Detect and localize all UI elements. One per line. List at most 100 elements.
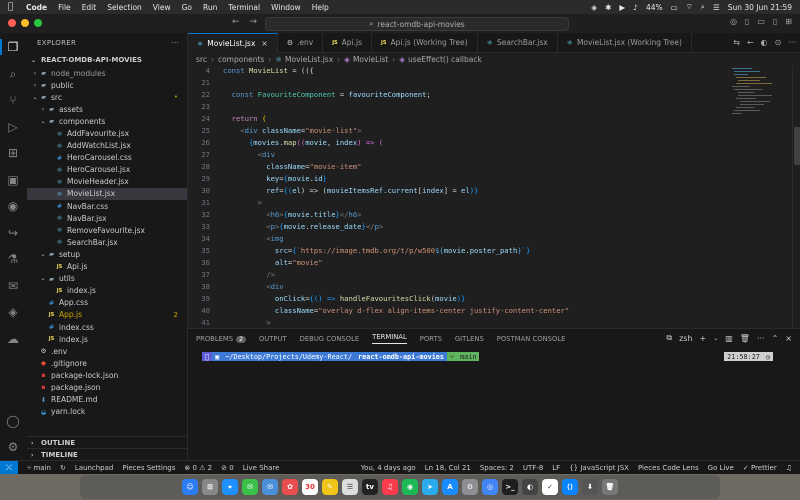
account-icon[interactable]: ◯ [5,413,21,429]
code-line[interactable]: 23 [188,101,728,113]
tree-folder[interactable]: ⌄ ▰ setup [27,248,187,260]
breadcrumb-item[interactable]: MovieList [353,55,388,64]
menu-terminal[interactable]: Terminal [228,3,260,12]
tree-file[interactable]: JS Api.js [27,261,187,273]
chrome-icon[interactable]: ◎ [482,479,498,495]
status-cursor-position[interactable]: Ln 18, Col 21 [425,464,471,472]
terminal-prompt[interactable]:  ▣ ~/Desktop/Projects/Udemy-React/ reac… [202,352,480,361]
menu-window[interactable]: Window [271,3,301,12]
explorer-icon[interactable]: ❐ [0,39,21,55]
tree-file[interactable]: ⚛ NavBar.jsx [27,212,187,224]
music-icon[interactable]: ♫ [382,479,398,495]
code-line[interactable]: 32 <h6>{movie.title}</h6> [188,209,728,221]
search-icon[interactable]: ⌕ [5,66,21,82]
code-line[interactable]: 39 onClick={() => handleFavouritesClick(… [188,293,728,305]
more-actions-icon[interactable]: ··· [171,39,179,47]
preview-icon[interactable]: ✓ [542,479,558,495]
close-panel-icon[interactable]: × [785,334,792,343]
gitlens-icon[interactable]: ◉ [5,198,21,214]
status-language-mode[interactable]: {} JavaScript JSX [569,464,629,472]
status-indentation[interactable]: Spaces: 2 [480,464,514,472]
status-problems[interactable]: ⊗ 0 ⚠ 2 [184,464,212,472]
wifi-icon[interactable]: ⌔ [686,2,693,12]
more-actions-icon[interactable]: ··· [757,334,765,343]
mail-icon[interactable]: ✉ [262,479,278,495]
bell-icon[interactable]: ♪ [633,3,638,12]
terminal-icon[interactable]: >_ [502,479,518,495]
code-line[interactable]: 37 /> [188,269,728,281]
spotlight-search-icon[interactable]: ⌕ [701,2,705,12]
menu-view[interactable]: View [153,3,171,12]
menu-edit[interactable]: Edit [82,3,97,12]
forward-arrow-icon[interactable]: → [250,17,258,27]
status-live-share[interactable]: Live Share [243,464,280,472]
bluetooth-icon[interactable]: ✱ [605,3,611,12]
code-line[interactable]: 38 <div [188,281,728,293]
code-line[interactable]: 34 <img [188,233,728,245]
pieces-icon[interactable]: ◈ [5,304,21,320]
close-window-button[interactable] [8,19,16,27]
calendar-icon[interactable]: 30 [302,479,318,495]
editor-tab[interactable]: ⚙ .env [278,33,324,52]
zoom-window-button[interactable] [34,19,42,27]
dropbox-icon[interactable]: ◈ [591,3,597,12]
tree-folder[interactable]: › ▰ public [27,79,187,91]
reminders-icon[interactable]: ☰ [342,479,358,495]
github-desktop-icon[interactable]: ◐ [522,479,538,495]
extensions-icon[interactable]: ⊞ [5,145,21,161]
panel-tab[interactable]: TERMINAL [372,333,407,344]
tree-file[interactable]: ◒ yarn.lock [27,406,187,418]
spotify-icon[interactable]: ◉ [402,479,418,495]
tree-folder[interactable]: ⌄ ▰ components [27,115,187,127]
tree-file[interactable]: ⚛ HeroCarousel.jsx [27,164,187,176]
finder-icon[interactable]: ☺ [182,479,198,495]
safari-icon[interactable]: ⌖ [222,479,238,495]
tree-file[interactable]: # NavBar.css [27,200,187,212]
docker-icon[interactable]: ☁ [5,331,21,347]
status-prettier[interactable]: ✓ Prettier [743,464,777,472]
photos-icon[interactable]: ✿ [282,479,298,495]
more-actions-icon[interactable]: ··· [788,38,796,47]
battery-icon[interactable]: ▭ [671,3,678,12]
tree-file[interactable]: ⚛ SearchBar.jsx [27,236,187,248]
tree-file[interactable]: ▪ package-lock.json [27,369,187,381]
editor-tab[interactable]: ⚛ MovieList.jsx × [188,33,278,53]
breadcrumb-item[interactable]: src [196,55,207,64]
status-launchpad[interactable]: Launchpad [75,464,114,472]
tree-file[interactable]: JS App.js 2 [27,309,187,321]
remote-explorer-icon[interactable]: ▣ [5,172,21,188]
timeline-section[interactable]: › TIMELINE [27,448,187,460]
panel-tab[interactable]: POSTMAN CONSOLE [497,335,566,343]
panel-tab[interactable]: GITLENS [455,335,484,343]
apple-icon[interactable]:  [8,2,18,12]
panel-tab[interactable]: DEBUG CONSOLE [300,335,360,343]
breadcrumb-item[interactable]: useEffect() callback [408,55,482,64]
tree-folder[interactable]: ⌄ ▰ utils [27,273,187,285]
code-line[interactable]: 4 const MovieList = (({ [188,65,728,77]
copilot-icon[interactable]: ◎ [730,17,737,26]
panel-tab[interactable]: PORTS [420,335,442,343]
launchpad-icon[interactable]: ⊞ [202,479,218,495]
breadcrumb-item[interactable]: MovieList.jsx [285,55,333,64]
menu-go[interactable]: Go [182,3,192,12]
editor-scrollbar[interactable] [792,65,800,328]
code-line[interactable]: 35 src={`https://image.tmdb.org/t/p/w500… [188,245,728,257]
tree-file[interactable]: # HeroCarousel.css [27,152,187,164]
menubar-clock[interactable]: Sun 30 Jun 21:59 [728,3,792,12]
maximize-panel-icon[interactable]: ⌃ [772,334,779,343]
menu-run[interactable]: Run [203,3,217,12]
code-line[interactable]: 26 {movies.map((movie, index) => ( [188,137,728,149]
new-terminal-icon[interactable]: + [700,334,707,343]
tree-file[interactable]: ▪ package.json [27,381,187,393]
back-arrow-icon[interactable]: ← [232,17,240,27]
toggle-sidebar-icon[interactable]: ▯ [745,17,749,26]
tree-file[interactable]: ⚛ AddWatchList.jsx [27,140,187,152]
code-line[interactable]: 24 return ( [188,113,728,125]
code-line[interactable]: 28 className="movie-item" [188,161,728,173]
code-editor[interactable]: 4 const MovieList = (({21 22 const Favouri… [188,65,728,328]
tree-folder[interactable]: › ▰ assets [27,103,187,115]
code-line[interactable]: 41 > [188,317,728,328]
status-go-live[interactable]: Go Live [708,464,734,472]
toggle-panel-icon[interactable]: ▭ [757,17,765,26]
status-blame[interactable]: You, 4 days ago [361,464,416,472]
